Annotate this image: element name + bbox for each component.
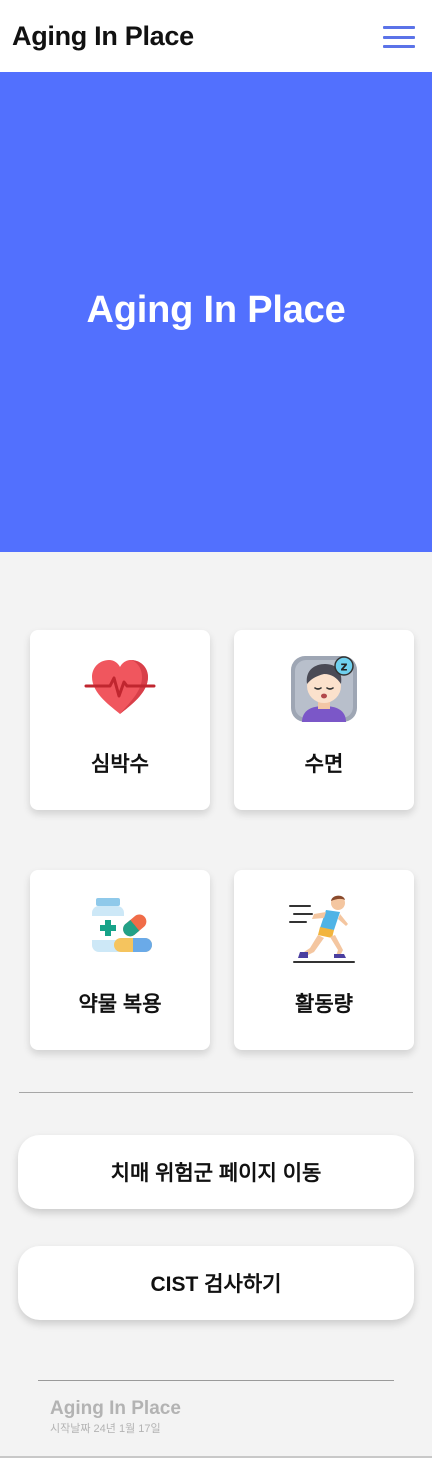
- footer-title: Aging In Place: [50, 1398, 181, 1419]
- svg-text:z: z: [341, 660, 348, 674]
- footer-divider: [38, 1380, 394, 1381]
- medicine-icon: [92, 898, 152, 952]
- card-activity[interactable]: 활동량: [234, 870, 414, 1050]
- footer-start-date: 시작날짜 24년 1월 17일: [50, 1423, 161, 1435]
- hero-title: Aging In Place: [86, 288, 346, 331]
- card-label: 수면: [304, 753, 344, 776]
- card-label: 활동량: [295, 993, 353, 1016]
- card-label: 심박수: [91, 753, 149, 776]
- running-person-icon: [289, 895, 355, 963]
- top-bar: Aging In Place: [0, 0, 432, 72]
- menu-line: [383, 26, 415, 29]
- menu-line: [383, 35, 415, 39]
- heartbeat-icon: [84, 660, 156, 714]
- hero-banner: Aging In Place: [0, 72, 432, 552]
- dementia-risk-page-button[interactable]: 치매 위험군 페이지 이동: [18, 1135, 414, 1209]
- app-title: Aging In Place: [12, 20, 194, 51]
- menu-line: [383, 45, 415, 48]
- hamburger-menu-icon[interactable]: [383, 26, 415, 48]
- card-heart-rate[interactable]: 심박수: [30, 630, 210, 810]
- sleeping-face-icon: z: [291, 656, 357, 722]
- card-sleep[interactable]: z 수면: [234, 630, 414, 810]
- cist-test-button[interactable]: CIST 검사하기: [18, 1246, 414, 1320]
- card-label: 약물 복용: [78, 993, 162, 1016]
- card-medication[interactable]: 약물 복용: [30, 870, 210, 1050]
- section-divider: [19, 1092, 413, 1093]
